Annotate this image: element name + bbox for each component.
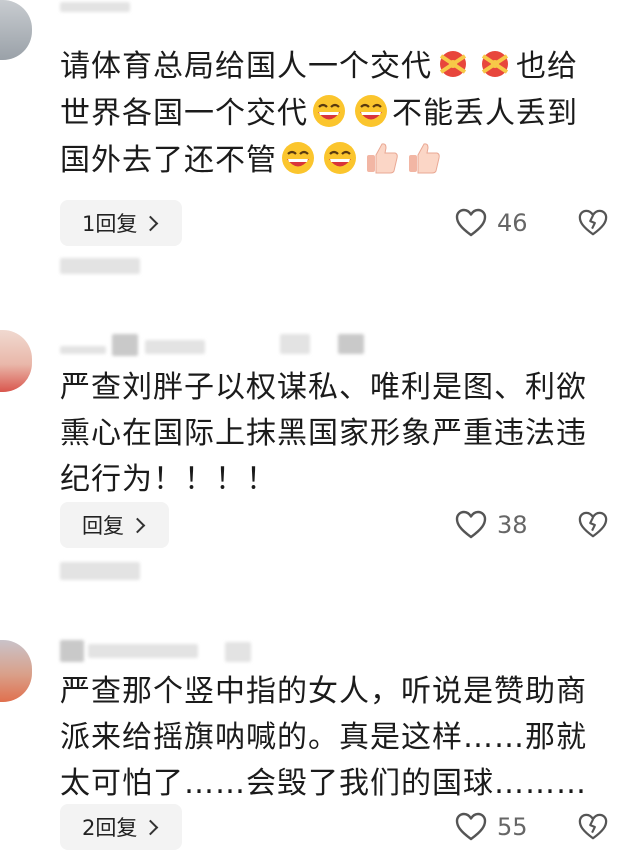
reply-button[interactable]: 1回复 — [60, 200, 183, 246]
dislike-button[interactable] — [578, 510, 608, 544]
chevron-right-icon — [143, 819, 159, 835]
like-button[interactable]: 38 — [455, 510, 528, 540]
laughing-emoji — [355, 95, 387, 127]
heart-outline-icon — [455, 208, 487, 237]
thumbs-up-emoji — [367, 143, 398, 174]
redacted-username — [338, 334, 364, 354]
avatar[interactable] — [0, 330, 32, 392]
redacted-username — [60, 640, 84, 662]
comment-text: 严查那个竖中指的女人，听说是赞助商 派来给摇旗呐喊的。真是这样……那就 太可怕了… — [60, 670, 618, 806]
comment-line: 太可怕了……会毁了我们的国球……… — [60, 766, 587, 801]
comment-line: 严查那个竖中指的女人，听说是赞助商 — [60, 674, 587, 709]
redacted-username — [280, 334, 310, 354]
broken-heart-icon — [578, 813, 608, 840]
firecracker-emoji — [481, 51, 509, 77]
comment-line: 请体育总局给国人一个交代 — [60, 49, 432, 84]
laughing-emoji — [313, 95, 345, 127]
redacted-username — [60, 346, 106, 354]
redacted-username — [88, 644, 198, 658]
redacted-reply-preview — [60, 562, 140, 580]
comment-line: 也给 — [516, 49, 578, 84]
comment-line: 严查刘胖子以权谋私、唯利是图、利欲 — [60, 370, 587, 405]
avatar[interactable] — [0, 640, 32, 702]
reply-label: 1回复 — [82, 212, 138, 236]
reply-button[interactable]: 2回复 — [60, 804, 183, 850]
laughing-emoji — [324, 142, 356, 174]
like-count: 55 — [497, 813, 528, 841]
like-count: 46 — [497, 209, 528, 237]
thumbs-up-emoji — [409, 143, 440, 174]
comment-text: 请体育总局给国人一个交代 也给 世界各国一个交代 不能丢人丢到 国外去了还不管 — [60, 45, 618, 183]
like-button[interactable]: 46 — [455, 208, 528, 238]
reply-button[interactable]: 回复 — [60, 502, 169, 548]
redacted-username — [145, 340, 205, 354]
heart-outline-icon — [455, 510, 487, 539]
chevron-right-icon — [143, 215, 159, 231]
reply-label: 回复 — [82, 514, 124, 538]
dislike-button[interactable] — [578, 208, 608, 242]
firecracker-emoji — [439, 51, 467, 77]
chevron-right-icon — [129, 517, 146, 533]
heart-outline-icon — [455, 812, 487, 841]
laughing-emoji — [282, 142, 314, 174]
redacted-username — [225, 642, 251, 662]
avatar[interactable] — [0, 0, 32, 60]
comment-line: 纪行为！！！！ — [60, 462, 277, 497]
comment-line: 世界各国一个交代 — [60, 96, 308, 131]
comment-line: 派来给摇旗呐喊的。真是这样……那就 — [60, 720, 587, 755]
comment-text: 严查刘胖子以权谋私、唯利是图、利欲 熏心在国际上抹黑国家形象严重违法违 纪行为！… — [60, 366, 618, 502]
comment-line: 熏心在国际上抹黑国家形象严重违法违 — [60, 416, 587, 451]
dislike-button[interactable] — [578, 812, 608, 846]
redacted-reply-preview — [60, 258, 140, 274]
comment-line: 不能丢人丢到 — [392, 96, 578, 131]
like-button[interactable]: 55 — [455, 812, 528, 842]
broken-heart-icon — [578, 511, 608, 538]
redacted-username — [112, 334, 138, 356]
reply-label: 2回复 — [82, 816, 138, 840]
like-count: 38 — [497, 511, 528, 539]
broken-heart-icon — [578, 209, 608, 236]
comment-line: 国外去了还不管 — [60, 143, 277, 178]
redacted-username — [60, 2, 130, 12]
